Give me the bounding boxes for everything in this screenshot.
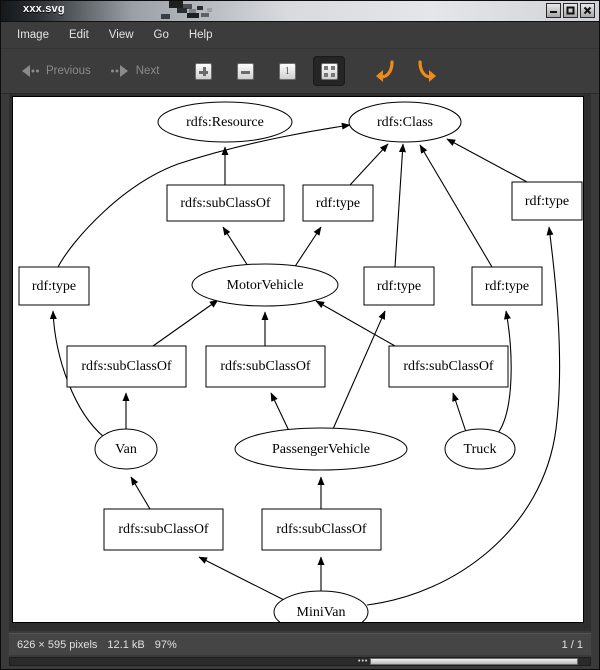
- node-label: rdf:type: [32, 279, 76, 294]
- node-label: rdfs:subClassOf: [180, 196, 271, 211]
- menu-image[interactable]: Image: [9, 26, 57, 44]
- edge-passengervehicle-to-rdftype: [332, 310, 386, 430]
- status-bar: 626 × 595 pixels 12.1 kB 97% 1 / 1 •••: [1, 631, 599, 669]
- normal-size-icon: 1: [278, 62, 296, 80]
- status-inner: 626 × 595 pixels 12.1 kB 97% 1 / 1: [9, 633, 591, 655]
- scroll-grip-dots: •••: [358, 658, 369, 665]
- node-label: rdf:type: [377, 279, 421, 294]
- edge-motorvehicle-to-subclassof: [222, 226, 249, 267]
- node-rdfs-class[interactable]: rdfs:Class: [348, 101, 462, 143]
- arrow-left-icon: [22, 65, 39, 77]
- zoom-in-icon: [194, 62, 212, 80]
- edge-rdftype-mv-to-rdfsclass: [349, 143, 389, 186]
- file-size: 12.1 kB: [107, 638, 145, 651]
- rotate-right-icon: [418, 60, 437, 82]
- node-subclassof-van[interactable]: rdfs:subClassOf: [66, 345, 187, 388]
- zoom-in-button[interactable]: [187, 56, 219, 86]
- node-rdftype-mid-truck[interactable]: rdf:type: [471, 266, 543, 306]
- minimize-button[interactable]: [546, 3, 561, 18]
- zoom-level: 97%: [154, 638, 177, 651]
- node-label: PassengerVehicle: [272, 442, 370, 457]
- node-label: rdfs:subClassOf: [118, 522, 209, 537]
- node-subclassof-pv[interactable]: rdfs:subClassOf: [205, 345, 326, 388]
- window-title: xxx.svg: [23, 3, 65, 15]
- zoom-out-icon: [236, 62, 254, 80]
- rdf-graph: rdfs:Resource rdfs:Class rdfs:subClassOf: [18, 101, 583, 622]
- node-label: rdfs:subClassOf: [276, 522, 367, 537]
- edge-minivan-to-subclassof-van: [198, 556, 287, 602]
- node-label: rdf:type: [525, 194, 569, 209]
- status-left-group: 626 × 595 pixels 12.1 kB 97%: [17, 639, 177, 651]
- node-rdftype-mid-pv[interactable]: rdf:type: [363, 266, 435, 306]
- maximize-icon: [566, 6, 575, 15]
- maximize-button[interactable]: [563, 3, 578, 18]
- scrollbar-thumb[interactable]: [369, 658, 579, 665]
- normal-size-button[interactable]: 1: [271, 56, 303, 86]
- arrow-right-icon: [110, 65, 128, 77]
- image-viewer-window: xxx.svg Image Edit View Go Help Previous…: [0, 0, 600, 670]
- image-viewport[interactable]: rdfs:Resource rdfs:Class rdfs:subClassOf: [9, 94, 591, 631]
- horizontal-scrollbar[interactable]: •••: [9, 657, 591, 666]
- node-subclassof-top[interactable]: rdfs:subClassOf: [166, 184, 285, 222]
- node-label: rdfs:Resource: [186, 115, 264, 130]
- edge-subclassof-van-to-motorvehicle: [152, 299, 219, 347]
- title-bar: xxx.svg: [1, 1, 599, 22]
- node-label: rdf:type: [316, 196, 360, 211]
- node-label: rdfs:Class: [377, 115, 433, 130]
- rotate-left-icon: [376, 60, 395, 82]
- menu-view[interactable]: View: [101, 26, 142, 44]
- next-label: Next: [135, 65, 160, 77]
- rotate-left-button[interactable]: [369, 56, 401, 86]
- page-indicator: 1 / 1: [561, 638, 583, 651]
- menu-bar: Image Edit View Go Help: [1, 22, 599, 49]
- node-label: MiniVan: [297, 605, 346, 620]
- graph-nodes: rdfs:Resource rdfs:Class rdfs:subClassOf: [18, 101, 583, 622]
- rotate-right-button[interactable]: [411, 56, 443, 86]
- node-label: rdfs:subClassOf: [220, 359, 311, 374]
- edge-rdftype-pv-to-rdfsclass: [394, 143, 406, 268]
- node-motorvehicle[interactable]: MotorVehicle: [191, 263, 339, 307]
- node-label: rdf:type: [485, 279, 529, 294]
- node-label: rdfs:subClassOf: [81, 359, 172, 374]
- node-subclassof-truck[interactable]: rdfs:subClassOf: [388, 345, 509, 388]
- node-truck[interactable]: Truck: [444, 428, 516, 470]
- edge-motorvehicle-to-rdftype: [291, 226, 322, 272]
- next-button[interactable]: Next: [101, 59, 168, 83]
- image-dimensions: 626 × 595 pixels: [17, 638, 98, 651]
- menu-go[interactable]: Go: [146, 26, 177, 44]
- previous-button[interactable]: Previous: [11, 59, 99, 83]
- node-rdfs-resource[interactable]: rdfs:Resource: [157, 101, 293, 143]
- node-passengervehicle[interactable]: PassengerVehicle: [234, 427, 408, 471]
- node-subclassof-minivan-left[interactable]: rdfs:subClassOf: [103, 508, 224, 551]
- edge-truck-to-subclassof: [452, 392, 467, 433]
- node-van[interactable]: Van: [94, 428, 158, 470]
- normal-size-glyph: 1: [284, 65, 290, 77]
- window-controls: [546, 3, 595, 18]
- edge-subclassof-to-van: [130, 476, 151, 510]
- best-fit-button[interactable]: [313, 56, 346, 86]
- node-rdftype-top-middle[interactable]: rdf:type: [302, 184, 374, 222]
- previous-label: Previous: [46, 65, 91, 77]
- edge-rdftype-right-to-rdfsclass: [446, 138, 528, 183]
- edge-subclassof-truck-to-motorvehicle: [315, 300, 396, 347]
- minimize-icon: [550, 11, 557, 13]
- edge-passengervehicle-to-subclassof: [270, 392, 291, 434]
- node-label: Van: [115, 442, 137, 457]
- svg-canvas[interactable]: rdfs:Resource rdfs:Class rdfs:subClassOf: [12, 96, 584, 623]
- node-rdftype-left[interactable]: rdf:type: [18, 266, 90, 306]
- node-label: rdfs:subClassOf: [403, 359, 494, 374]
- best-fit-icon: [320, 62, 338, 80]
- zoom-out-button[interactable]: [229, 56, 261, 86]
- node-label: Truck: [464, 442, 497, 457]
- close-icon: [583, 6, 592, 15]
- menu-edit[interactable]: Edit: [61, 26, 97, 44]
- edge-rdftype-tr-to-rdfsclass: [419, 144, 493, 268]
- node-minivan[interactable]: MiniVan: [273, 590, 369, 622]
- node-label: MotorVehicle: [227, 278, 304, 293]
- node-rdftype-top-right[interactable]: rdf:type: [511, 181, 583, 221]
- menu-help[interactable]: Help: [181, 26, 221, 44]
- toolbar: Previous Next 1: [1, 49, 599, 94]
- node-subclassof-minivan-right[interactable]: rdfs:subClassOf: [261, 508, 382, 551]
- close-button[interactable]: [580, 3, 595, 18]
